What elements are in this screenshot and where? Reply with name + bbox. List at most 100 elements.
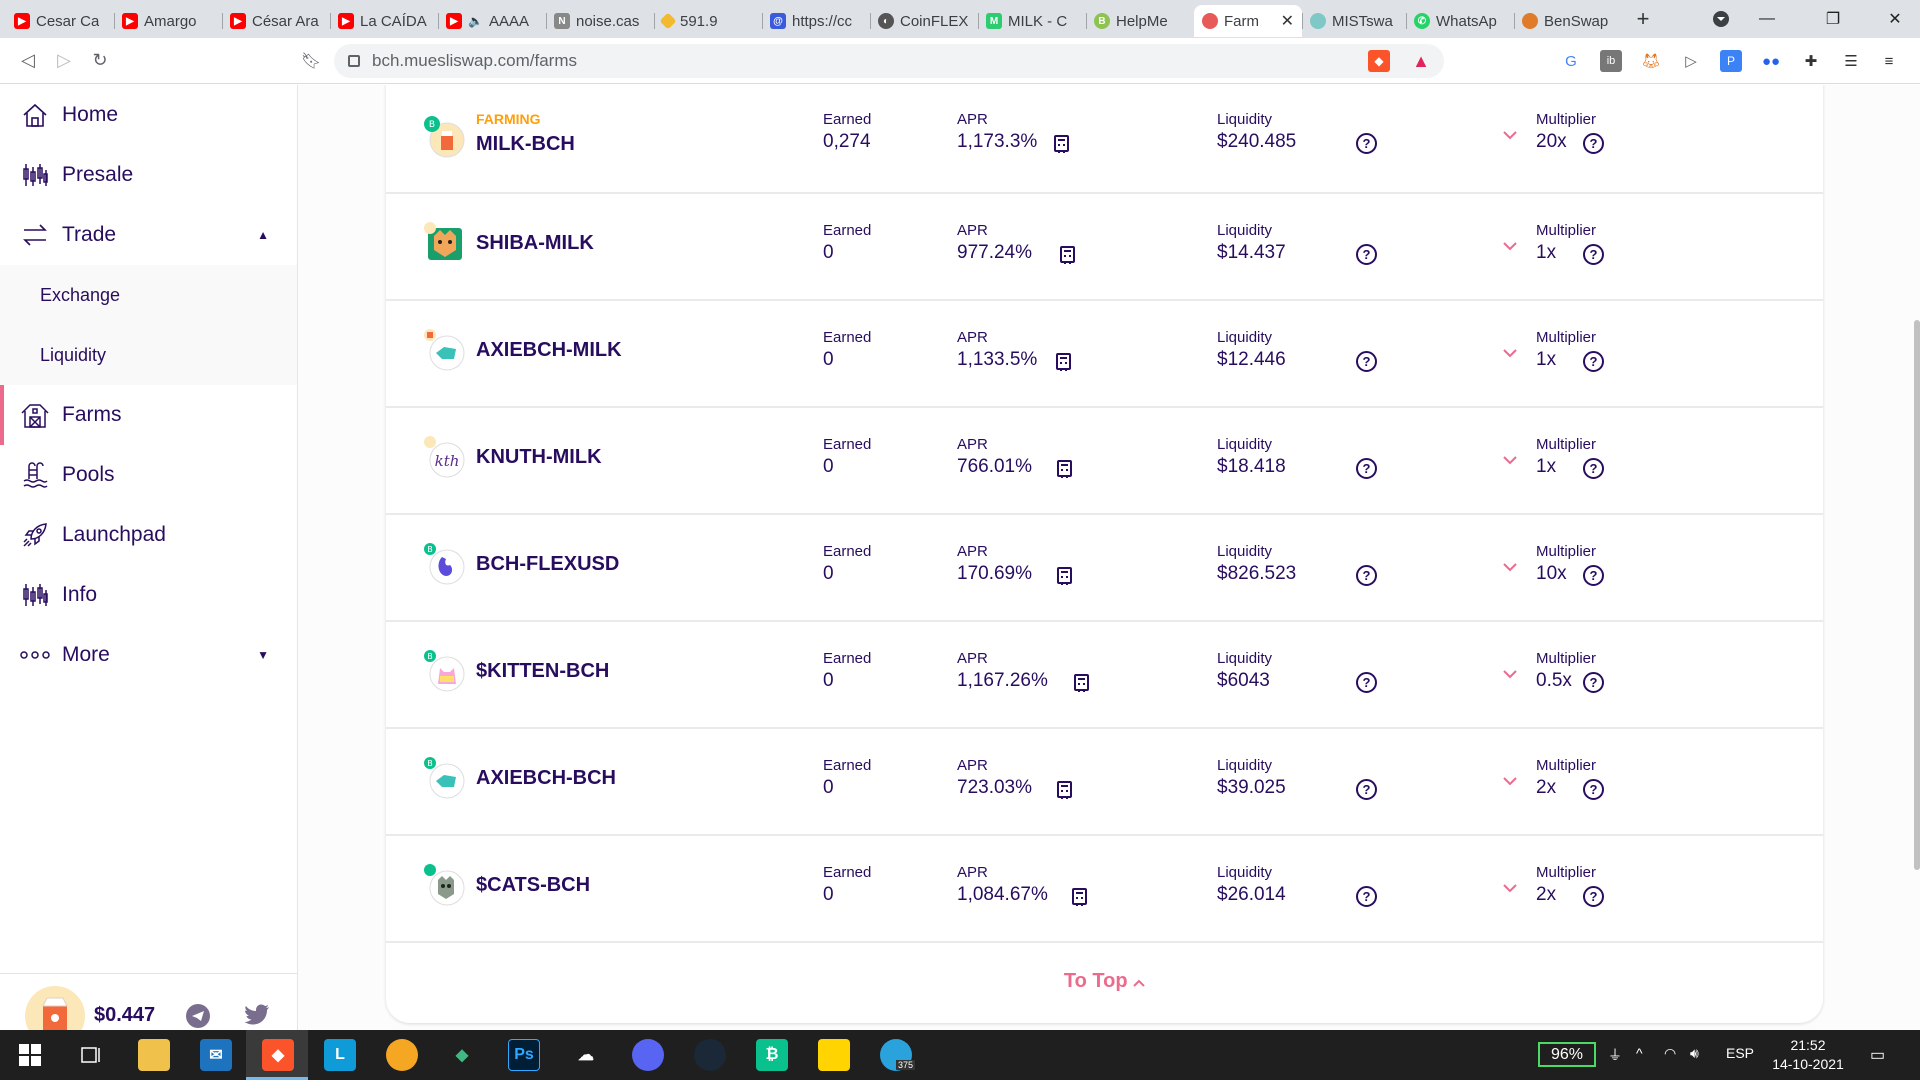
sidebar-item-presale[interactable]: Presale	[0, 145, 297, 205]
browser-tab[interactable]: MISTswa	[1302, 5, 1406, 37]
farm-row[interactable]: AXIEBCH-MILK Earned 0 APR 1,133.5% Liqui…	[386, 301, 1823, 408]
browser-tab[interactable]: ▶ 🔈 AAAA	[438, 5, 546, 37]
sidebar-item-info[interactable]: Info	[0, 565, 297, 625]
minimize-icon[interactable]: —	[1744, 0, 1790, 38]
chevron-down-icon[interactable]	[1500, 664, 1520, 684]
chevron-down-icon[interactable]	[1500, 236, 1520, 256]
sidebar-item-more[interactable]: More ▼	[0, 625, 297, 685]
address-bar[interactable]: bch.muesliswap.com/farms	[334, 44, 1444, 78]
task-view-icon[interactable]	[74, 1039, 106, 1071]
browser-tab[interactable]: ◐ CoinFLEX	[870, 5, 978, 37]
calculator-icon[interactable]	[1057, 567, 1072, 585]
calculator-icon[interactable]	[1057, 781, 1072, 799]
l-app-icon[interactable]: L	[324, 1039, 356, 1071]
help-icon[interactable]: ?	[1356, 133, 1377, 154]
browser-tab[interactable]: ✆ WhatsAp	[1406, 5, 1514, 37]
chevron-down-icon[interactable]	[1500, 450, 1520, 470]
help-icon[interactable]: ?	[1583, 672, 1604, 693]
help-icon[interactable]: ?	[1583, 779, 1604, 800]
twitter-icon[interactable]	[244, 1004, 270, 1031]
help-icon[interactable]: ?	[1356, 672, 1377, 693]
bookmark-icon[interactable]: 🔖︎	[296, 43, 326, 79]
help-icon[interactable]: ?	[1356, 458, 1377, 479]
sidebar-item-home[interactable]: Home	[0, 85, 297, 145]
notifications-icon[interactable]: ▭	[1870, 1045, 1885, 1065]
sticky-notes-icon[interactable]	[818, 1039, 850, 1071]
calculator-icon[interactable]	[1057, 460, 1072, 478]
file-explorer-icon[interactable]	[138, 1039, 170, 1071]
fl-studio-icon[interactable]	[386, 1039, 418, 1071]
help-icon[interactable]: ?	[1356, 244, 1377, 265]
extension-dots-icon[interactable]: ●●	[1760, 50, 1782, 72]
help-icon[interactable]: ?	[1356, 886, 1377, 907]
help-icon[interactable]: ?	[1583, 565, 1604, 586]
extension-p-icon[interactable]: P	[1720, 50, 1742, 72]
farm-row[interactable]: B BCH-FLEXUSD Earned 0 APR 170.69% Liqui…	[386, 515, 1823, 622]
input-language[interactable]: ESP	[1726, 1045, 1754, 1061]
system-clock[interactable]: 21:52 14-10-2021	[1766, 1036, 1850, 1074]
farm-row[interactable]: B AXIEBCH-BCH Earned 0 APR 723.03% Liqui…	[386, 729, 1823, 836]
page-scrollbar[interactable]	[1914, 320, 1920, 870]
brave-shields-icon[interactable]: ◆	[1368, 50, 1390, 72]
telegram-icon[interactable]	[186, 1004, 210, 1028]
browser-tab[interactable]: 591.9	[654, 5, 762, 37]
close-tab-icon[interactable]: ✕	[1281, 11, 1294, 31]
chevron-down-icon[interactable]	[1500, 878, 1520, 898]
sidebar-item-liquidity[interactable]: Liquidity	[0, 325, 297, 385]
volume-icon[interactable]: 🔊︎	[1690, 1045, 1699, 1062]
close-window-icon[interactable]: ✕	[1872, 0, 1918, 38]
calculator-icon[interactable]	[1074, 674, 1089, 692]
browser-tab[interactable]: ▶ Amargo	[114, 5, 222, 37]
extensions-puzzle-icon[interactable]: ✚	[1800, 50, 1822, 72]
farm-row[interactable]: kth KNUTH-MILK Earned 0 APR 766.01% Liqu…	[386, 408, 1823, 515]
browser-tab[interactable]: BenSwap	[1514, 5, 1626, 37]
calculator-icon[interactable]	[1060, 246, 1075, 264]
play-icon[interactable]: ▷	[1680, 50, 1702, 72]
discord-icon[interactable]	[632, 1039, 664, 1071]
sidebar-item-farms[interactable]: Farms	[0, 385, 297, 445]
browser-tab[interactable]: M MILK - C	[978, 5, 1086, 37]
reading-list-icon[interactable]: ☰	[1840, 50, 1862, 72]
steam-icon[interactable]	[694, 1039, 726, 1071]
wifi-icon[interactable]: ◠	[1664, 1045, 1676, 1062]
help-icon[interactable]: ?	[1356, 351, 1377, 372]
sidebar-item-trade[interactable]: Trade ▲	[0, 205, 297, 265]
calculator-icon[interactable]	[1056, 353, 1071, 371]
brave-browser-icon[interactable]: ◆	[262, 1039, 294, 1071]
help-icon[interactable]: ?	[1583, 351, 1604, 372]
browser-tab[interactable]: ▶ César Ara	[222, 5, 330, 37]
browser-tab[interactable]: ▶ Cesar Ca	[6, 5, 114, 37]
browser-tab[interactable]: Nnoise.cas	[546, 5, 654, 37]
bch-wallet-icon[interactable]: ₿	[756, 1039, 788, 1071]
reload-icon[interactable]: ↻	[82, 43, 118, 79]
help-icon[interactable]: ?	[1583, 133, 1604, 154]
chevron-up-tray-icon[interactable]: ^	[1636, 1045, 1643, 1061]
chevron-down-icon[interactable]	[1500, 557, 1520, 577]
help-icon[interactable]: ?	[1356, 779, 1377, 800]
farm-row[interactable]: B FARMING MILK-BCH Earned 0,274 APR 1,17…	[386, 85, 1823, 194]
browser-tab[interactable]: @ https://cc	[762, 5, 870, 37]
back-icon[interactable]: ◁	[10, 43, 46, 79]
maximize-icon[interactable]: ❐	[1810, 0, 1856, 38]
help-icon[interactable]: ?	[1356, 565, 1377, 586]
metamask-icon[interactable]: 🦊︎	[1640, 50, 1662, 72]
help-icon[interactable]: ?	[1583, 458, 1604, 479]
help-icon[interactable]: ?	[1583, 244, 1604, 265]
power-plug-icon[interactable]: ⏚	[1608, 1045, 1622, 1065]
mail-icon[interactable]: ✉	[200, 1039, 232, 1071]
calculator-icon[interactable]	[1072, 888, 1087, 906]
to-top-button[interactable]: To Top	[386, 970, 1823, 993]
sidebar-item-launchpad[interactable]: Launchpad	[0, 505, 297, 565]
translate-icon[interactable]: G	[1560, 50, 1582, 72]
farm-row[interactable]: SHIBA-MILK Earned 0 APR 977.24% Liquidit…	[386, 194, 1823, 301]
app-arrow-icon[interactable]: ◆	[446, 1039, 478, 1071]
photoshop-icon[interactable]: Ps	[508, 1039, 540, 1071]
battery-indicator[interactable]: 96%	[1538, 1042, 1596, 1067]
cloud-app-icon[interactable]: ☁	[570, 1039, 602, 1071]
calculator-icon[interactable]	[1054, 135, 1069, 153]
chevron-down-icon[interactable]	[1500, 343, 1520, 363]
sidebar-item-pools[interactable]: Pools	[0, 445, 297, 505]
farm-row[interactable]: B $KITTEN-BCH Earned 0 APR 1,167.26% Liq…	[386, 622, 1823, 729]
help-icon[interactable]: ?	[1583, 886, 1604, 907]
new-tab-button[interactable]: +	[1626, 4, 1660, 34]
